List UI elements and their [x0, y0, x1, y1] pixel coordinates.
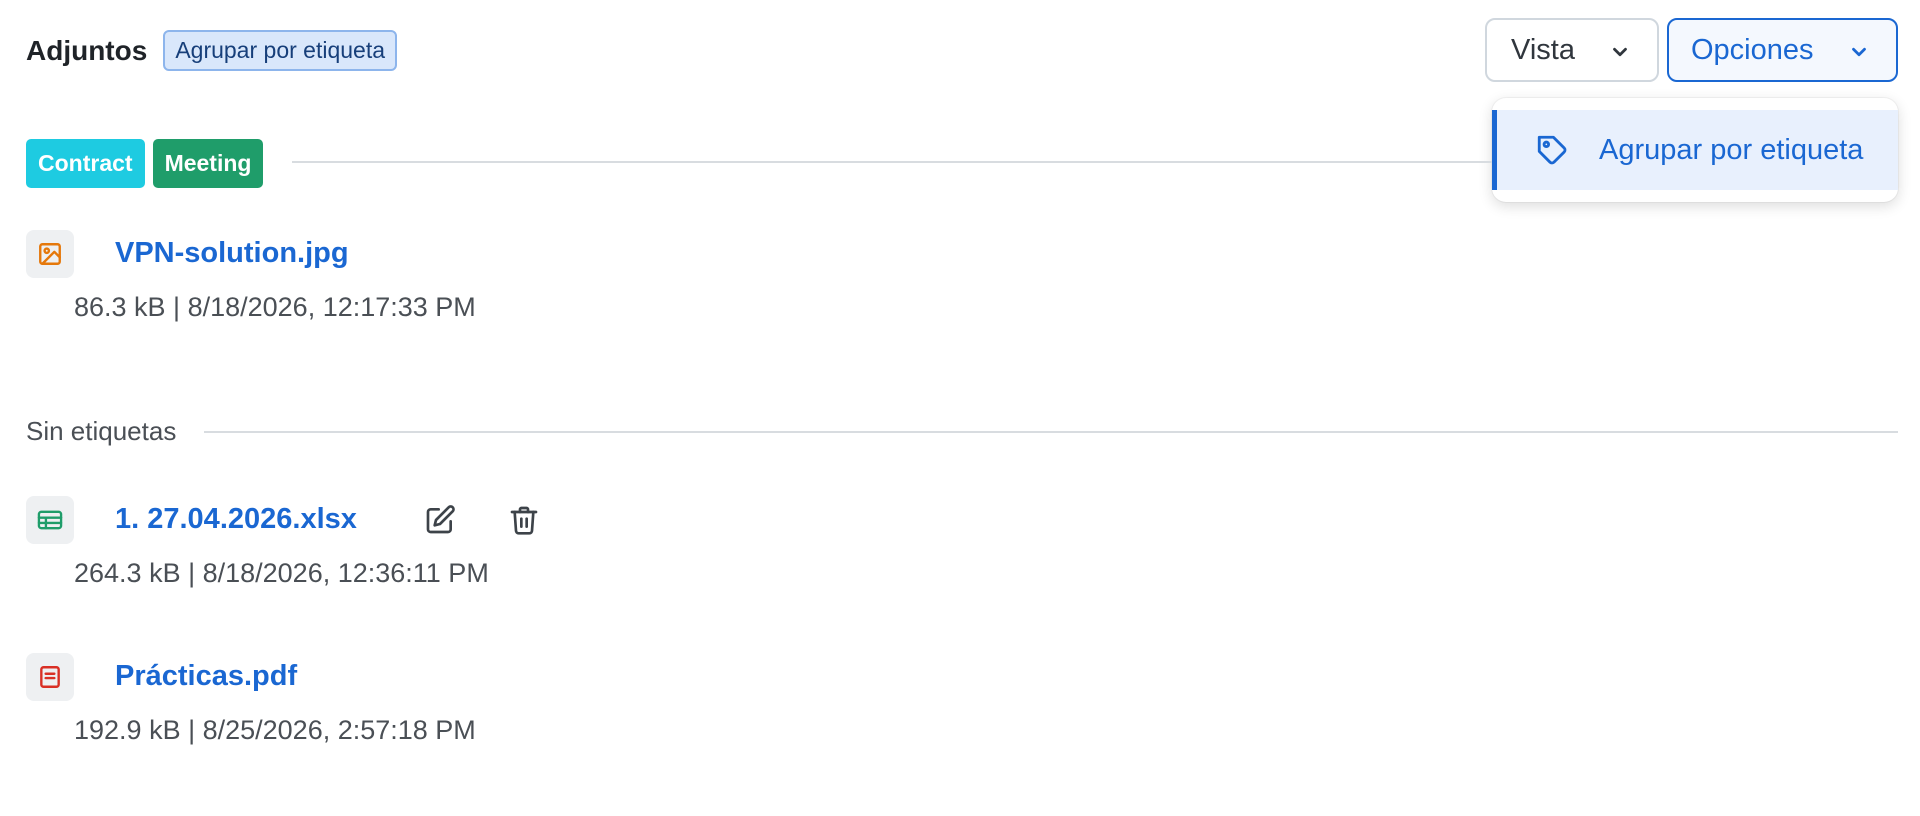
edit-icon	[426, 505, 455, 534]
view-button-label: Vista	[1511, 33, 1575, 66]
tag-group-header: Contract Meeting	[26, 139, 271, 188]
image-file-icon	[39, 243, 61, 265]
menu-item-group-by-tag[interactable]: Agrupar por etiqueta	[1492, 110, 1898, 190]
menu-item-label: Agrupar por etiqueta	[1599, 133, 1864, 166]
tag-icon	[1537, 135, 1567, 165]
group-divider	[292, 161, 1492, 163]
options-dropdown-menu: Agrupar por etiqueta	[1492, 98, 1898, 202]
options-button-label: Opciones	[1691, 33, 1814, 66]
file-meta: 86.3 kB | 8/18/2026, 12:17:33 PM	[74, 292, 476, 322]
group-title: Sin etiquetas	[26, 416, 177, 446]
delete-button[interactable]	[504, 500, 544, 540]
chevron-down-icon	[1613, 47, 1627, 57]
group-divider	[204, 431, 1898, 433]
file-name-link[interactable]: VPN-solution.jpg	[115, 237, 349, 270]
pdf-file-icon	[40, 666, 60, 688]
chevron-down-icon	[1852, 47, 1866, 57]
untagged-group-header: Sin etiquetas	[26, 416, 176, 447]
view-button[interactable]: Vista	[1485, 18, 1659, 82]
spreadsheet-file-icon	[37, 510, 63, 530]
file-name-link[interactable]: 1. 27.04.2026.xlsx	[115, 503, 357, 536]
options-button[interactable]: Opciones	[1667, 18, 1898, 82]
edit-button[interactable]	[420, 500, 460, 540]
trash-icon	[510, 506, 538, 535]
file-name-link[interactable]: Prácticas.pdf	[115, 660, 297, 693]
file-meta: 192.9 kB | 8/25/2026, 2:57:18 PM	[74, 715, 476, 745]
file-icon-container	[26, 496, 74, 544]
attachments-header: Adjuntos Agrupar por etiqueta	[26, 30, 398, 71]
label-badge-meeting: Meeting	[152, 139, 264, 188]
attachments-title: Adjuntos	[26, 34, 148, 66]
file-icon-container	[26, 230, 74, 278]
file-meta: 264.3 kB | 8/18/2026, 12:36:11 PM	[74, 558, 489, 588]
file-icon-container	[26, 653, 74, 701]
active-grouping-chip[interactable]: Agrupar por etiqueta	[163, 30, 398, 71]
label-badge-contract: Contract	[26, 139, 145, 188]
